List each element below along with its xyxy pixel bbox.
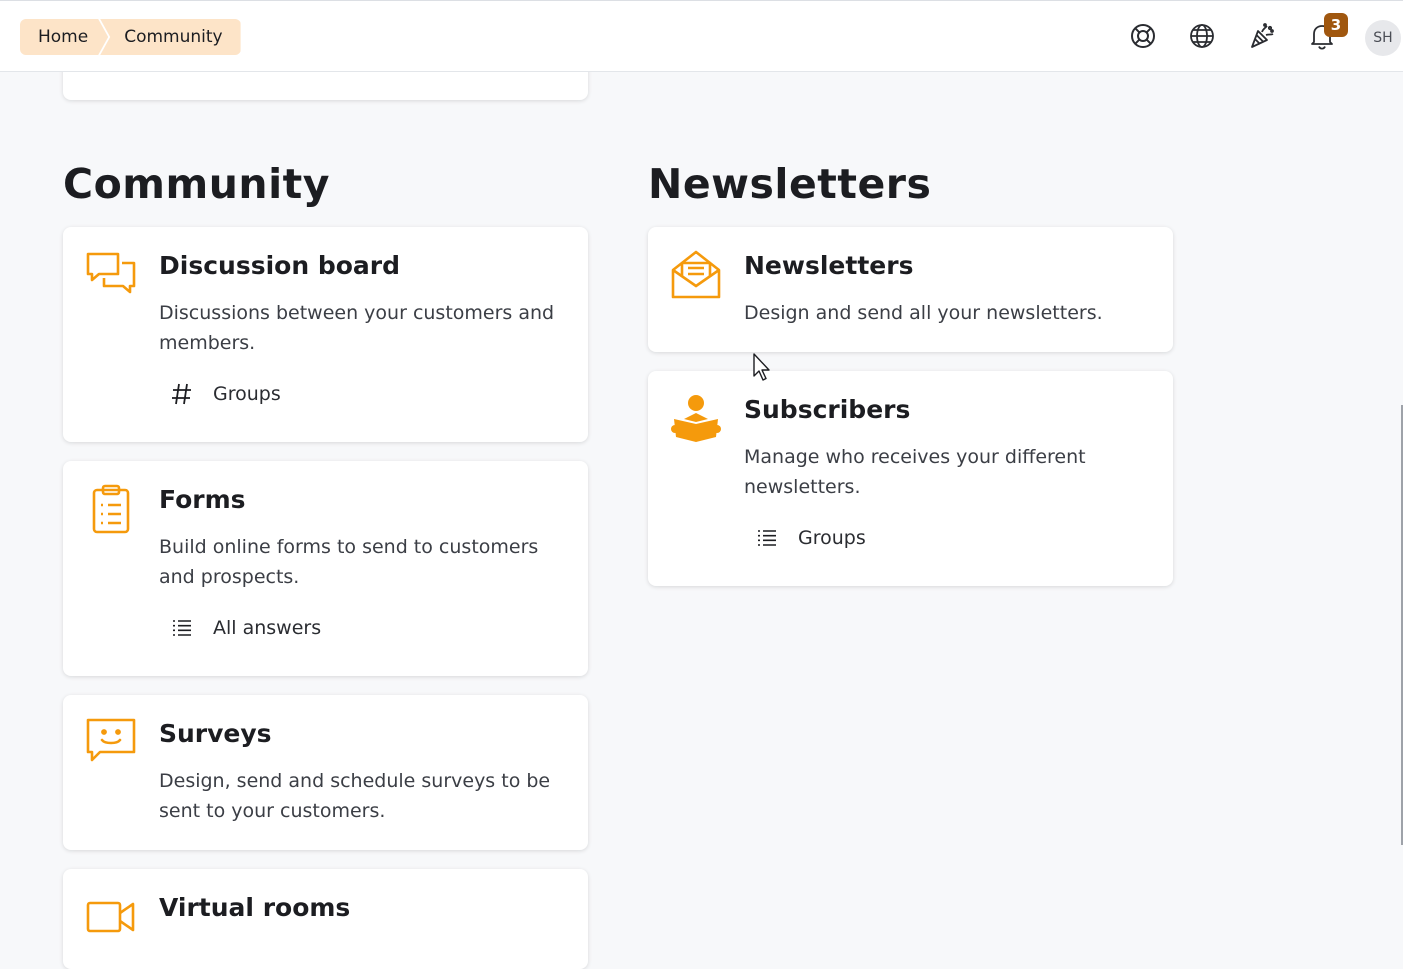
breadcrumb: Home Community: [20, 19, 241, 55]
card-title: Surveys: [159, 719, 272, 748]
reader-icon: [670, 393, 722, 445]
hash-icon: [169, 381, 195, 407]
smiley-chat-icon: [85, 717, 137, 769]
clipboard-list-icon: [85, 483, 137, 535]
mouse-cursor-icon: [752, 353, 774, 383]
link-label[interactable]: Groups: [213, 383, 281, 405]
newsletters-card[interactable]: Newsletters Design and send all your new…: [648, 227, 1173, 352]
discussion-board-card[interactable]: Discussion board Discussions between you…: [63, 227, 588, 442]
envelope-open-icon: [670, 249, 722, 301]
card-title: Virtual rooms: [159, 893, 351, 922]
party-popper-icon[interactable]: [1247, 21, 1277, 51]
card-title: Newsletters: [744, 251, 914, 280]
subscriber-groups-link[interactable]: Groups: [754, 525, 866, 551]
card-description: Build online forms to send to customers …: [159, 536, 539, 588]
card-description: Discussions between your customers and m…: [159, 302, 555, 354]
newsletters-section-title: Newsletters: [648, 160, 932, 208]
globe-icon[interactable]: [1187, 21, 1217, 51]
top-bar: Home Community 3 SH: [0, 0, 1403, 72]
lifebuoy-icon[interactable]: [1128, 21, 1158, 51]
surveys-card[interactable]: Surveys Design, send and schedule survey…: [63, 695, 588, 850]
forms-card[interactable]: Forms Build online forms to send to cust…: [63, 461, 588, 676]
chat-bubbles-icon: [85, 249, 137, 301]
breadcrumb-home[interactable]: Home: [20, 19, 108, 55]
list-icon: [169, 615, 195, 641]
notification-badge: 3: [1324, 13, 1348, 37]
card-title: Subscribers: [744, 395, 911, 424]
video-camera-icon: [85, 895, 137, 947]
subscribers-card[interactable]: Subscribers Manage who receives your dif…: [648, 371, 1173, 586]
virtual-rooms-card[interactable]: Virtual rooms: [63, 869, 588, 969]
groups-link[interactable]: Groups: [169, 381, 281, 407]
link-label[interactable]: All answers: [213, 617, 321, 639]
list-icon: [754, 525, 780, 551]
card-description: Design and send all your newsletters.: [744, 302, 1103, 324]
breadcrumb-current[interactable]: Community: [100, 19, 241, 55]
card-title: Forms: [159, 485, 246, 514]
card-description: Design, send and schedule surveys to be …: [159, 770, 551, 822]
all-answers-link[interactable]: All answers: [169, 615, 321, 641]
community-section-title: Community: [63, 160, 330, 208]
link-label[interactable]: Groups: [798, 527, 866, 549]
card-title: Discussion board: [159, 251, 400, 280]
card-description: Manage who receives your different newsl…: [744, 446, 1086, 498]
avatar[interactable]: SH: [1365, 20, 1401, 56]
